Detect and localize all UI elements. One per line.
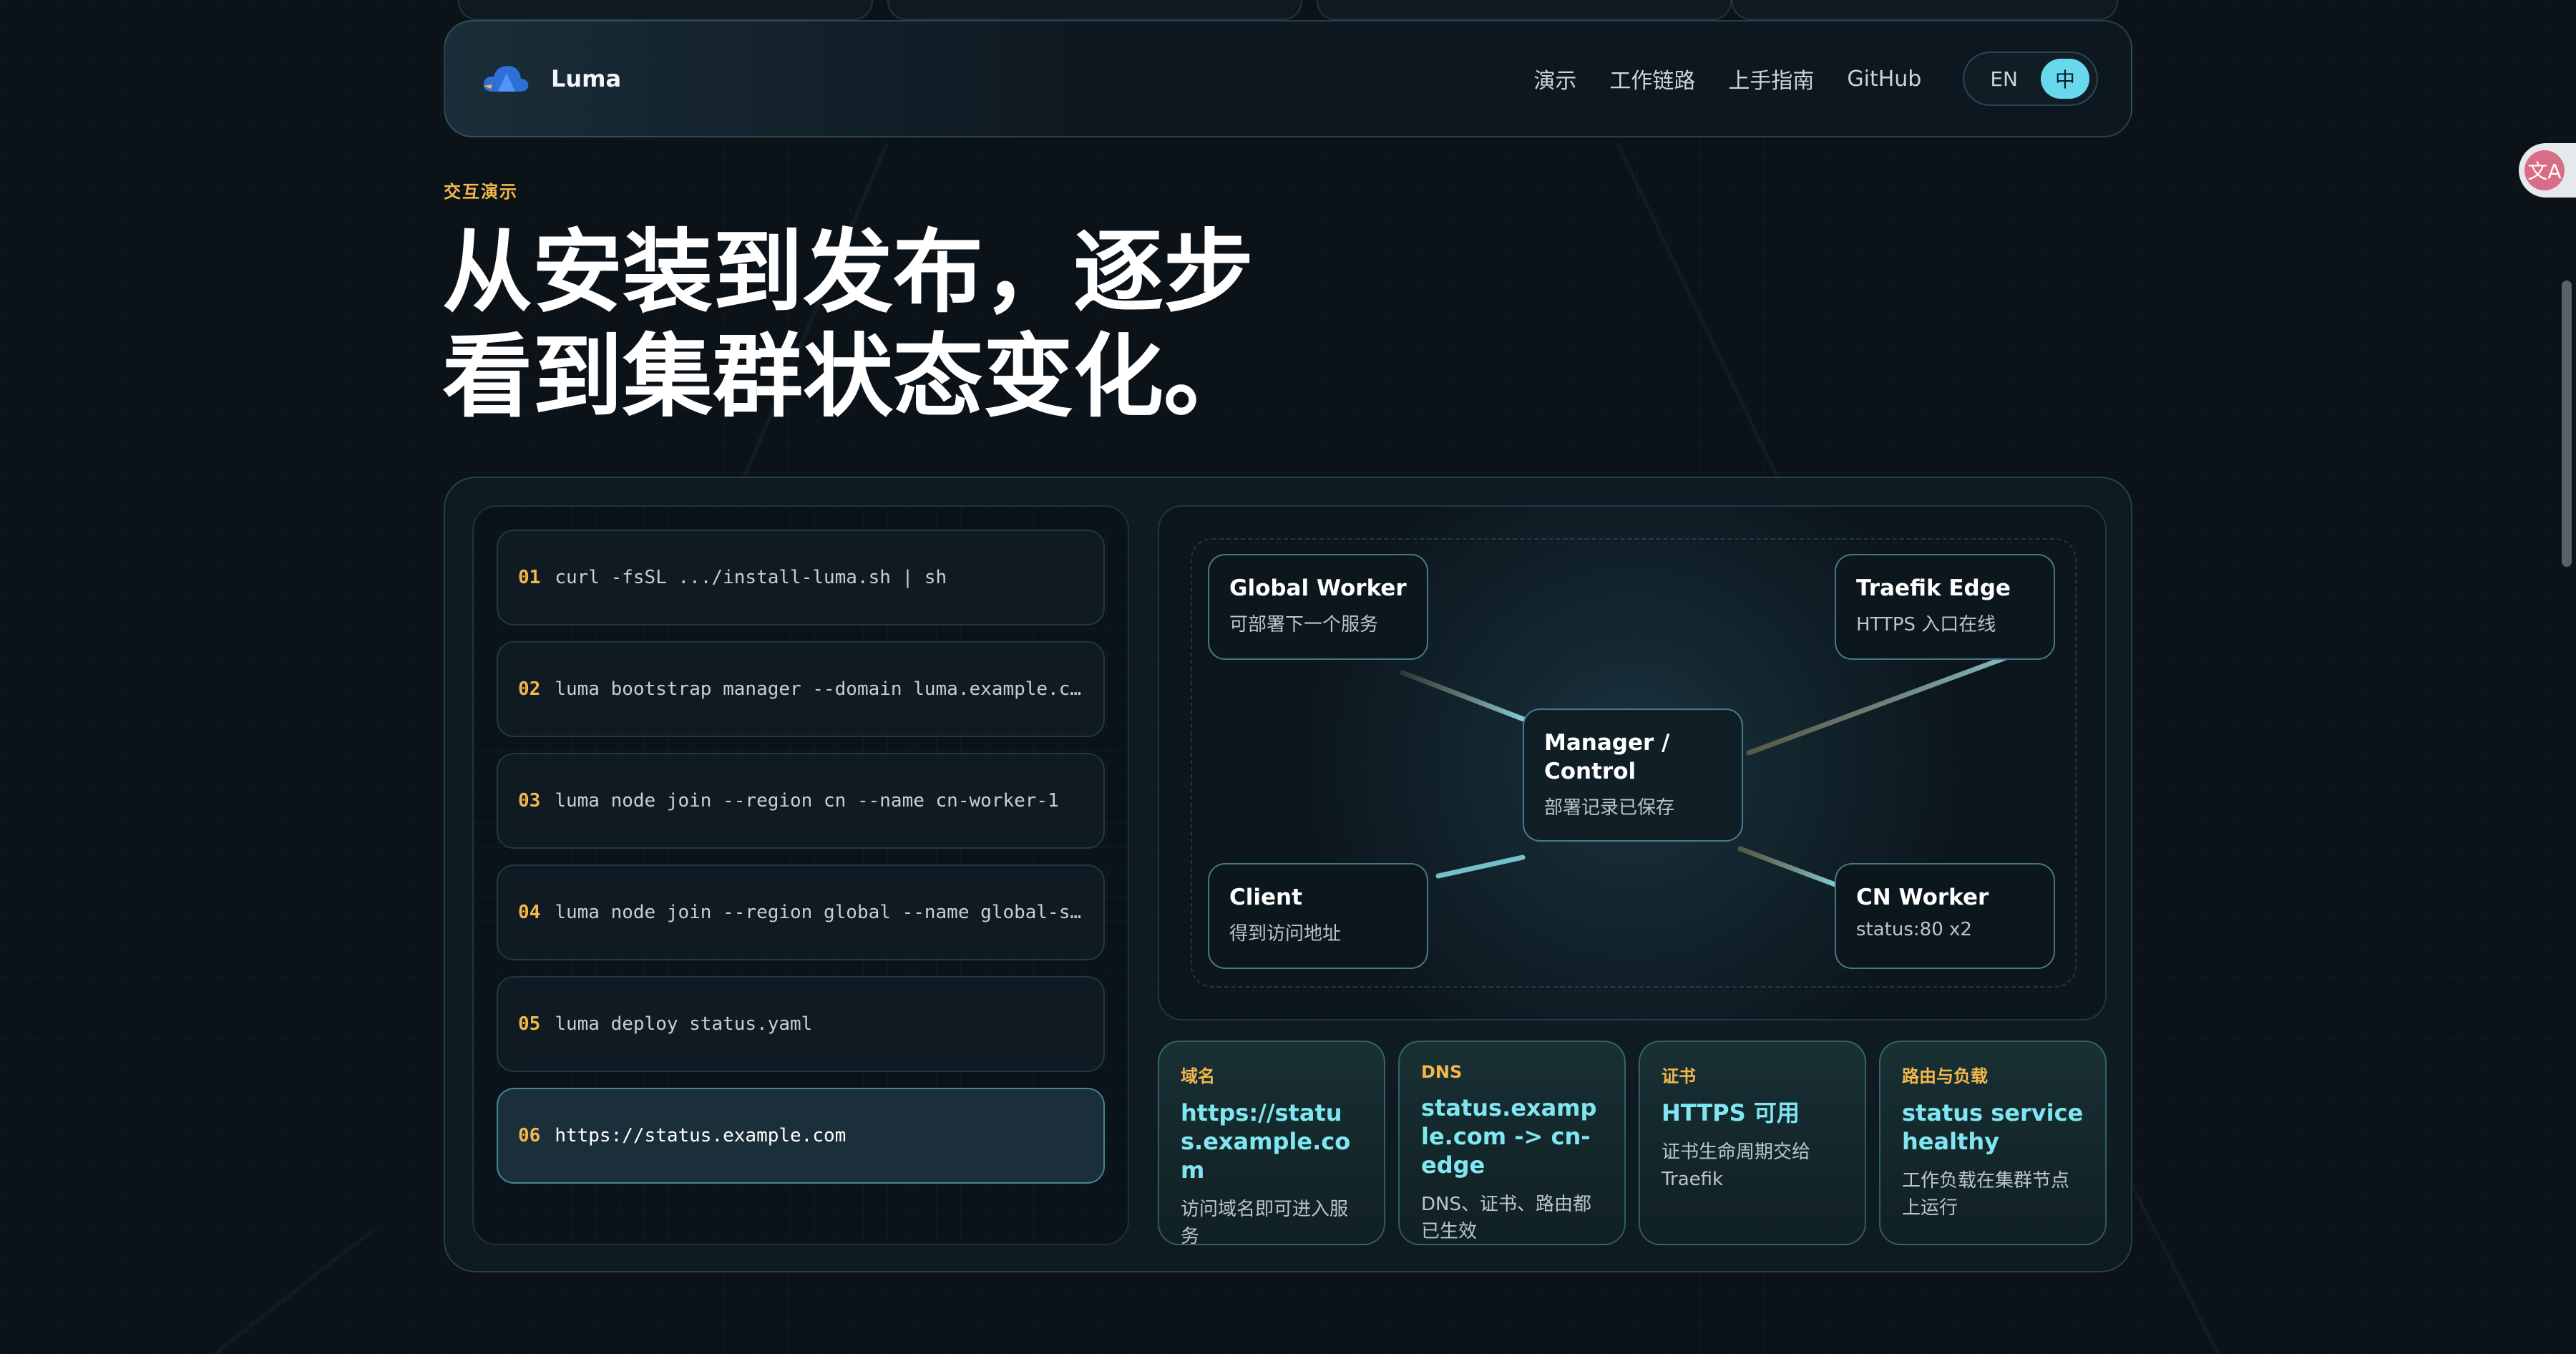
info-desc: 证书生命周期交给 Traefik [1662,1141,1811,1190]
step-command: luma node join --region cn --name cn-wor… [555,790,1059,812]
node-global-worker[interactable]: Global Worker 可部署下一个服务 [1208,554,1428,660]
node-client[interactable]: Client 得到访问地址 [1208,863,1428,969]
info-desc: 工作负载在集群节点上运行 [1902,1170,2070,1219]
step-item[interactable]: 03 luma node join --region cn --name cn-… [497,753,1105,849]
scrollbar-thumb[interactable] [2562,281,2572,567]
nav-link-guide[interactable]: 上手指南 [1728,63,1814,94]
top-nav: Luma 演示 工作链路 上手指南 GitHub EN 中 [444,20,2132,137]
node-title: Traefik Edge [1856,575,2011,601]
info-card-domain: 域名 https://status.example.com 访问域名即可进入服务 [1158,1041,1385,1247]
ghost-card [1732,0,2118,20]
headline-line-2: 看到集群状态变化。 [442,324,1254,429]
step-item[interactable]: 05 luma deploy status.yaml [497,976,1105,1072]
step-item-active[interactable]: 06 https://status.example.com [497,1088,1105,1184]
step-list: 01 curl -fsSL .../install-luma.sh | sh 0… [472,505,1129,1245]
cloud-logo-icon [483,66,529,92]
info-card-dns: DNS status.example.com -> cn-edge DNS、证书… [1398,1041,1626,1245]
step-item[interactable]: 04 luma node join --region global --name… [497,864,1105,960]
node-desc: 得到访问地址 [1229,923,1342,945]
nav-link-github[interactable]: GitHub [1847,67,1921,92]
info-value: status service healthy [1902,1099,2084,1155]
lang-en-option[interactable]: EN [1990,67,2018,91]
step-number: 02 [518,678,541,700]
step-number: 06 [518,1125,541,1146]
node-desc: 可部署下一个服务 [1229,614,1379,635]
node-cn-worker[interactable]: CN Worker status:80 x2 [1835,863,2055,969]
translate-icon: 文A [2524,150,2565,190]
node-traefik-edge[interactable]: Traefik Edge HTTPS 入口在线 [1835,554,2055,660]
section-eyebrow: 交互演示 [444,182,518,202]
info-label: 证书 [1662,1066,1696,1086]
nav-links: 演示 工作链路 上手指南 GitHub EN 中 [1533,52,2098,106]
cluster-diagram: Global Worker 可部署下一个服务 Traefik Edge HTTP… [1158,505,2107,1021]
step-item[interactable]: 02 luma bootstrap manager --domain luma.… [497,641,1105,737]
node-manager-control[interactable]: Manager / Control 部署记录已保存 [1523,708,1743,842]
nav-link-workflow[interactable]: 工作链路 [1609,63,1695,94]
lang-zh-option[interactable]: 中 [2041,59,2089,99]
brand[interactable]: Luma [478,57,621,100]
step-number: 05 [518,1013,541,1035]
step-command: https://status.example.com [555,1125,847,1146]
ghost-card [1317,0,1732,20]
section-headline: 从安装到发布，逐步 看到集群状态变化。 [442,220,1372,429]
info-card-routing: 路由与负载 status service healthy 工作负载在集群节点上运… [1879,1041,2107,1245]
info-desc: DNS、证书、路由都已生效 [1421,1194,1591,1242]
node-title: CN Worker [1856,885,1989,910]
node-title: Global Worker [1229,575,1407,601]
demo-panel: 01 curl -fsSL .../install-luma.sh | sh 0… [444,477,2132,1272]
step-command: luma deploy status.yaml [555,1013,813,1035]
translate-badge[interactable]: 文A [2519,143,2576,198]
step-item[interactable]: 01 curl -fsSL .../install-luma.sh | sh [497,530,1105,625]
nav-link-demo[interactable]: 演示 [1533,63,1576,94]
headline-line-1: 从安装到发布，逐步 [442,220,1254,325]
info-label: DNS [1421,1062,1463,1082]
brand-name: Luma [551,65,622,92]
info-desc: 访问域名即可进入服务 [1181,1199,1349,1247]
info-value: https://status.example.com [1181,1099,1351,1184]
language-switch: EN 中 [1963,52,2098,106]
info-label: 域名 [1181,1066,1215,1086]
step-command: luma node join --region global --name gl… [555,902,1083,923]
step-number: 03 [518,790,541,812]
info-card-certificate: 证书 HTTPS 可用 证书生命周期交给 Traefik [1639,1041,1866,1245]
step-command: luma bootstrap manager --domain luma.exa… [555,678,1083,700]
info-value: status.example.com -> cn-edge [1421,1094,1597,1179]
info-label: 路由与负载 [1902,1066,1988,1086]
step-number: 04 [518,902,541,923]
node-title: Client [1229,885,1302,910]
step-command: curl -fsSL .../install-luma.sh | sh [555,567,947,588]
node-desc: status:80 x2 [1856,919,1972,940]
node-desc: 部署记录已保存 [1544,797,1675,819]
ghost-card [887,0,1302,20]
node-title: Manager / Control [1544,730,1670,784]
ghost-card [458,0,873,20]
info-value: HTTPS 可用 [1662,1099,1800,1126]
node-desc: HTTPS 入口在线 [1856,614,1996,635]
step-number: 01 [518,567,541,588]
